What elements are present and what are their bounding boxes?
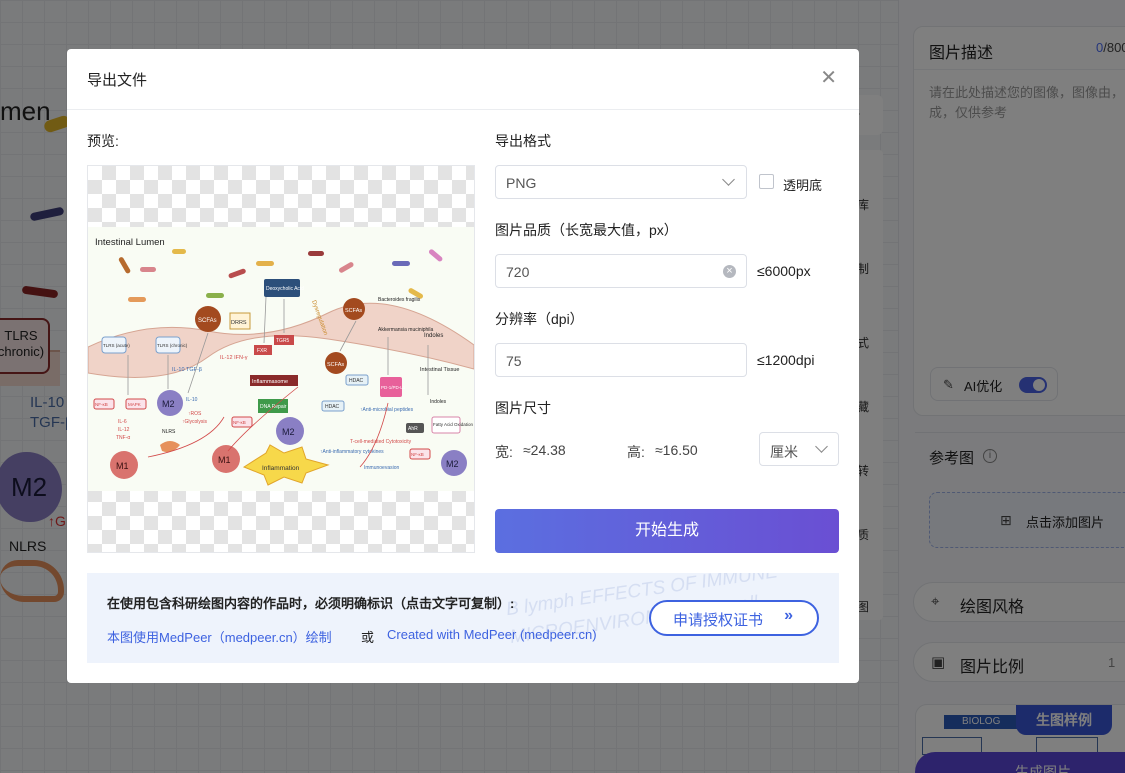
figure-ahr: AhR bbox=[408, 426, 418, 432]
figure-m2-3: M2 bbox=[446, 459, 459, 469]
figure-scfas-3: SCFAs bbox=[327, 362, 344, 368]
copy-attribution-en-link[interactable]: Created with MedPeer (medpeer.cn) bbox=[387, 627, 597, 642]
unit-select-value: 厘米 bbox=[770, 444, 798, 460]
figure-pd: PD-1/PD-L1 bbox=[381, 385, 406, 390]
figure-il10-tgf: IL-10 TGF-β bbox=[172, 367, 202, 373]
transparent-label[interactable]: 透明底 bbox=[783, 175, 822, 194]
width-label: 宽: bbox=[495, 444, 513, 460]
figure-nlrs: NLRS bbox=[162, 429, 176, 435]
preview-figure: Intestinal Lumen SCFAs DRRS Deoxycholic … bbox=[88, 227, 474, 491]
figure-fxr: FXR bbox=[257, 348, 267, 354]
figure-anti-inflam: ↑Anti-inflammatory cytokines bbox=[320, 449, 384, 455]
figure-il12: IL-12 bbox=[118, 427, 130, 433]
preview-label: 预览: bbox=[87, 133, 119, 149]
figure-scfas: SCFAs bbox=[198, 318, 217, 324]
figure-indoles: Indoles bbox=[424, 333, 443, 339]
figure-glycolysis: ↑Glycolysis bbox=[182, 419, 208, 425]
quality-label: 图片品质（长宽最大值，px） bbox=[495, 222, 678, 238]
figure-hdac: HDAC bbox=[349, 378, 364, 384]
width-value: ≈24.38 bbox=[523, 442, 566, 458]
quality-input-value: 720 bbox=[506, 264, 530, 280]
apply-certificate-label: 申请授权证书 bbox=[673, 612, 764, 629]
figure-nfkb-3: NF-κB bbox=[411, 452, 424, 457]
figure-hdac-2: HDAC bbox=[325, 404, 340, 410]
figure-immunoevasion: Immunoevasion bbox=[364, 465, 400, 471]
format-select[interactable]: PNG bbox=[495, 165, 747, 199]
unit-select[interactable]: 厘米 bbox=[759, 432, 839, 466]
figure-inflammasome: Inflammasome bbox=[252, 379, 288, 385]
figure-deoxycholic: Deoxycholic Acid bbox=[266, 286, 304, 292]
dpi-label: 分辨率（dpi） bbox=[495, 311, 584, 327]
chevron-down-icon bbox=[815, 440, 828, 453]
figure-inflammation: Inflammation bbox=[262, 465, 300, 472]
dpi-input-value: 75 bbox=[506, 353, 522, 369]
figure-tgr5: TGR5 bbox=[276, 338, 290, 344]
apply-certificate-button[interactable]: 申请授权证书 » bbox=[649, 600, 819, 636]
start-generate-button[interactable]: 开始生成 bbox=[495, 509, 839, 553]
figure-nfkb-2: NF-κB bbox=[233, 420, 246, 425]
figure-il6: IL-6 bbox=[118, 419, 127, 425]
close-icon[interactable]: ✕ bbox=[820, 66, 837, 90]
dpi-input[interactable]: 75 bbox=[495, 343, 747, 377]
figure-mapk: MAPK bbox=[128, 402, 141, 407]
figure-m1: M1 bbox=[116, 461, 129, 471]
format-label: 导出格式 bbox=[495, 133, 551, 149]
figure-il12-ifn: IL-12 IFN-γ bbox=[220, 355, 248, 361]
transparent-checkbox[interactable] bbox=[759, 174, 774, 189]
copyright-notice: B lymph EFFECTS OF IMMUNE MICROENVIRONM … bbox=[87, 573, 839, 663]
figure-m1-2: M1 bbox=[218, 455, 231, 465]
clear-icon[interactable]: × bbox=[723, 265, 736, 278]
figure-m2: M2 bbox=[162, 399, 175, 409]
double-chevron-right-icon: » bbox=[784, 607, 793, 624]
figure-drrs: DRRS bbox=[231, 320, 247, 326]
notice-or: 或 bbox=[361, 630, 375, 645]
chevron-down-icon bbox=[722, 173, 735, 186]
figure-m2-2: M2 bbox=[282, 427, 295, 437]
figure-il10: IL-10 bbox=[186, 397, 198, 403]
dialog-title: 导出文件 bbox=[87, 72, 148, 89]
export-dialog: 导出文件 ✕ 预览: Intestinal Lumen SCFAs DRRS D… bbox=[67, 49, 859, 683]
copy-attribution-cn-link[interactable]: 本图使用MedPeer（medpeer.cn）绘制 bbox=[107, 627, 332, 646]
figure-indoles-2: Indoles bbox=[430, 399, 447, 405]
figure-nfkb: NF-κB bbox=[95, 402, 108, 407]
dpi-suffix: ≤1200dpi bbox=[757, 352, 815, 368]
height-label: 高: bbox=[627, 444, 645, 460]
figure-intestinal-tissue: Intestinal Tissue bbox=[420, 367, 459, 373]
figure-tlrs-acute: TLRS (acute) bbox=[103, 343, 130, 348]
figure-tlrs-chronic: TLRS (chronic) bbox=[157, 343, 188, 348]
figure-fatty-acid: Fatty Acid Oxidation bbox=[433, 422, 474, 427]
quality-suffix: ≤6000px bbox=[757, 263, 811, 279]
figure-tnf: TNF-α bbox=[116, 435, 130, 441]
size-label: 图片尺寸 bbox=[495, 400, 551, 416]
figure-title: Intestinal Lumen bbox=[95, 237, 165, 248]
height-value: ≈16.50 bbox=[655, 442, 698, 458]
figure-scfas-2: SCFAs bbox=[345, 308, 362, 314]
figure-illustration: Intestinal Lumen SCFAs DRRS Deoxycholic … bbox=[88, 227, 474, 491]
preview-area: Intestinal Lumen SCFAs DRRS Deoxycholic … bbox=[87, 165, 475, 553]
figure-tros: ↑ROS bbox=[188, 411, 202, 417]
figure-tcell: T-cell-mediated Cytotoxicity bbox=[350, 439, 412, 445]
quality-input[interactable]: 720 × bbox=[495, 254, 747, 288]
notice-title: 在使用包含科研绘图内容的作品时，必须明确标识（点击文字可复制）: bbox=[107, 596, 515, 611]
figure-bacteroides: Bacteroides fragilis bbox=[378, 297, 421, 303]
dialog-header: 导出文件 ✕ bbox=[67, 49, 859, 110]
format-select-value: PNG bbox=[506, 175, 537, 191]
